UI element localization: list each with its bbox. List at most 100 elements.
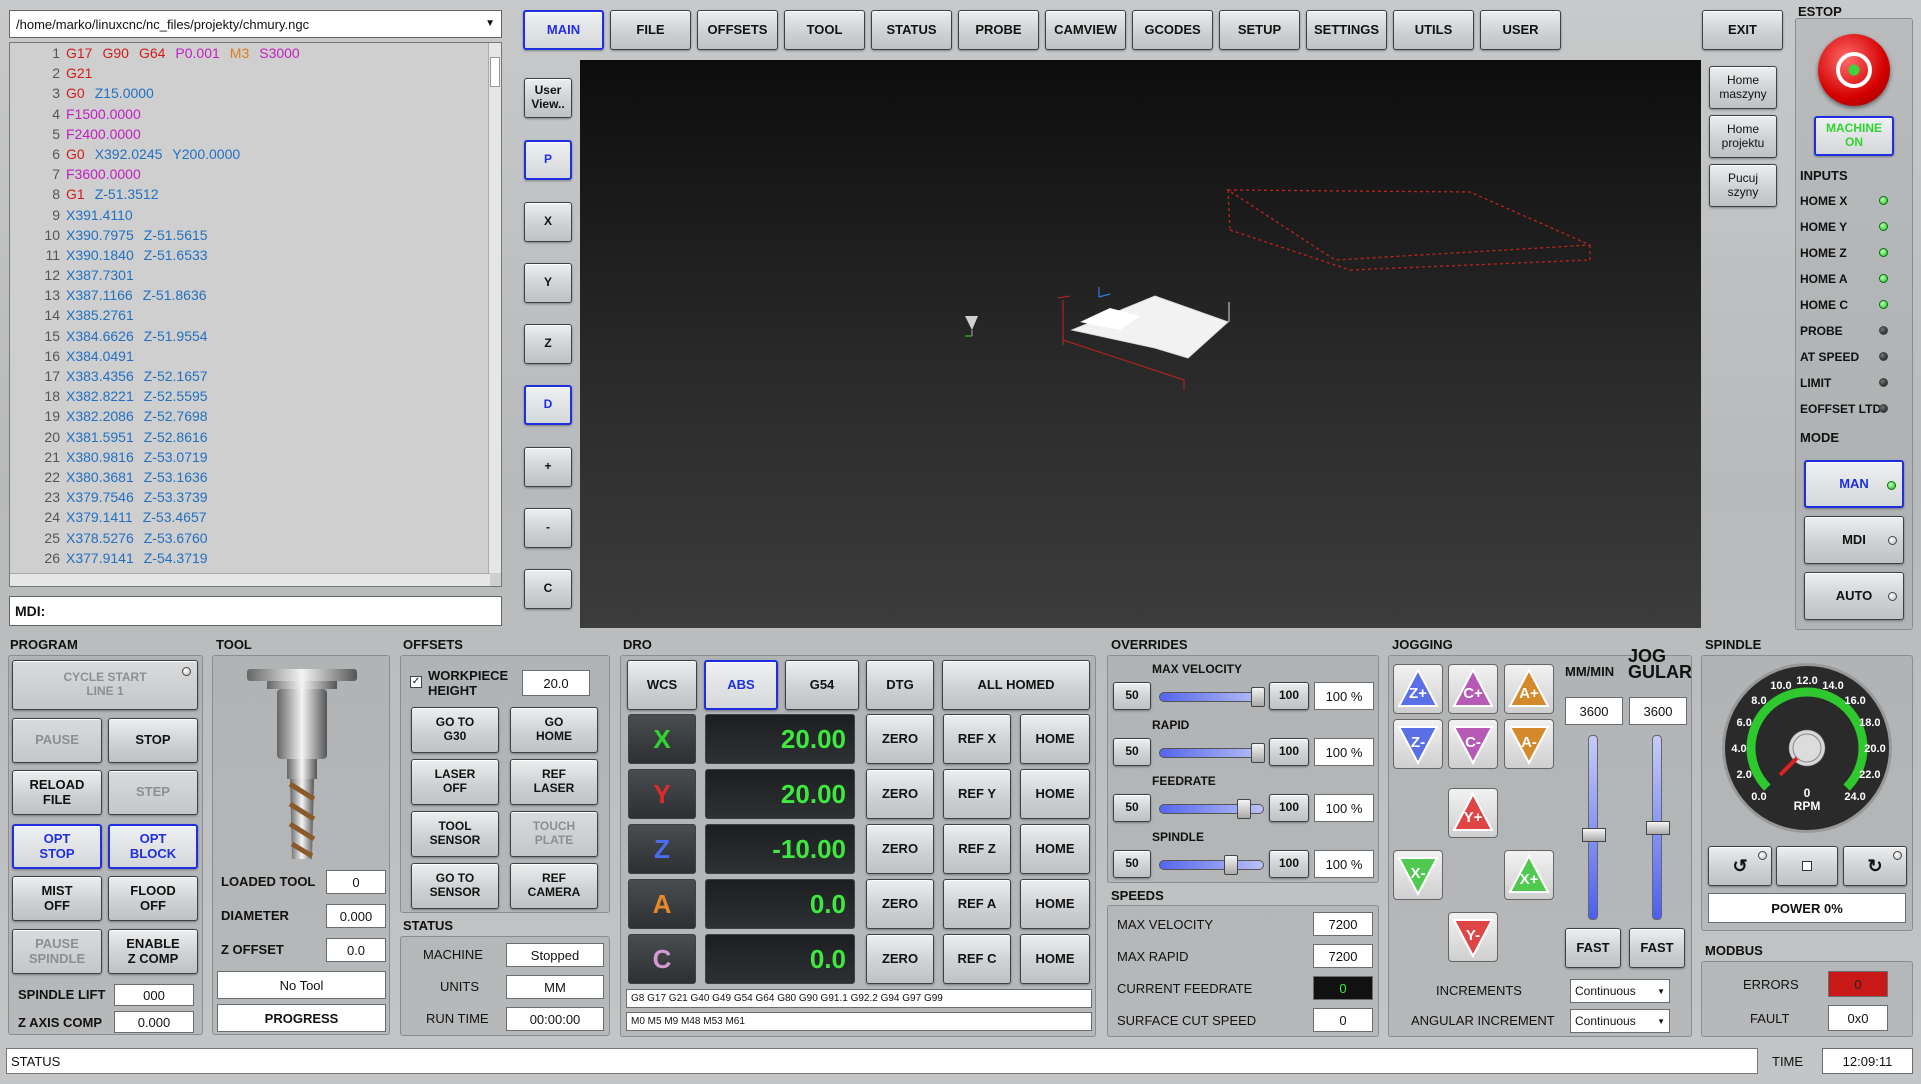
- override-min-button[interactable]: 50: [1113, 738, 1151, 766]
- fast-linear-button[interactable]: FAST: [1565, 928, 1621, 968]
- view-button-0[interactable]: User View..: [524, 78, 572, 118]
- gcode-line[interactable]: 23 X379.7546 Z-53.3739: [10, 487, 310, 507]
- gcode-line[interactable]: 4 F1500.0000: [10, 104, 310, 124]
- tab-camview[interactable]: CAMVIEW: [1045, 10, 1126, 50]
- gcode-line[interactable]: 18 X382.8221 Z-52.5595: [10, 386, 310, 406]
- tab-user[interactable]: USER: [1480, 10, 1561, 50]
- g54-button[interactable]: G54: [785, 660, 859, 710]
- offset-button-7[interactable]: REF CAMERA: [510, 863, 598, 909]
- view-button-4[interactable]: Z: [524, 324, 572, 364]
- gcode-line[interactable]: 16 X384.0491: [10, 346, 310, 366]
- spindle-stop-button[interactable]: [1776, 846, 1838, 886]
- workpiece-checkbox[interactable]: ✓: [410, 676, 422, 688]
- zero-a-button[interactable]: ZERO: [866, 879, 934, 929]
- zero-c-button[interactable]: ZERO: [866, 934, 934, 984]
- mist-off-button[interactable]: MIST OFF: [12, 876, 102, 921]
- gcode-line[interactable]: 21 X380.9816 Z-53.0719: [10, 447, 310, 467]
- editor-scrollbar-h[interactable]: [10, 573, 490, 586]
- override-max-button[interactable]: 100: [1269, 794, 1309, 822]
- zero-y-button[interactable]: ZERO: [866, 769, 934, 819]
- home-a-button[interactable]: HOME: [1020, 879, 1090, 929]
- view-button-2[interactable]: X: [524, 202, 572, 242]
- ref-c-button[interactable]: REF C: [943, 934, 1011, 984]
- enable-zcomp-button[interactable]: ENABLE Z COMP: [108, 929, 198, 974]
- override-max-button[interactable]: 100: [1269, 850, 1309, 878]
- jog-a-minusplus[interactable]: A+: [1504, 664, 1554, 714]
- override-max-button[interactable]: 100: [1269, 738, 1309, 766]
- override-slider[interactable]: [1159, 687, 1265, 707]
- spindle-lift-field[interactable]: 000: [114, 984, 194, 1006]
- jog-z-minus[interactable]: Z-: [1393, 719, 1443, 769]
- step-button[interactable]: STEP: [108, 770, 198, 815]
- spindle-ccw-button[interactable]: ↺: [1708, 846, 1772, 886]
- spindle-cw-button[interactable]: ↻: [1843, 846, 1907, 886]
- home-button-1[interactable]: Home projektu: [1709, 115, 1777, 158]
- editor-scrollbar-v[interactable]: [488, 43, 501, 573]
- gcode-line[interactable]: 24 X379.1411 Z-53.4657: [10, 507, 310, 527]
- fast-angular-button[interactable]: FAST: [1629, 928, 1685, 968]
- gcode-editor[interactable]: 1 G17 G90 G64 P0.001 M3 S3000 2 G21 3 G0 Z15.0000 4 F…: [9, 42, 502, 587]
- gcode-line[interactable]: 19 X382.2086 Z-52.7698: [10, 406, 310, 426]
- gcode-line[interactable]: 25 X378.5276 Z-53.6760: [10, 528, 310, 548]
- offset-button-4[interactable]: TOOL SENSOR: [411, 811, 499, 857]
- view-button-7[interactable]: -: [524, 508, 572, 548]
- jog-a-minus[interactable]: A-: [1504, 719, 1554, 769]
- view-button-1[interactable]: P: [524, 140, 572, 180]
- jog-z-minusplus[interactable]: Z+: [1393, 664, 1443, 714]
- jog-rate-angular[interactable]: 3600: [1629, 697, 1687, 725]
- tab-settings[interactable]: SETTINGS: [1306, 10, 1387, 50]
- zero-x-button[interactable]: ZERO: [866, 714, 934, 764]
- abs-button[interactable]: ABS: [704, 660, 778, 710]
- jog-y-minusplus[interactable]: Y+: [1448, 788, 1498, 838]
- mode-man-button[interactable]: MAN: [1804, 460, 1904, 508]
- slider-knob[interactable]: [1646, 821, 1670, 835]
- tab-file[interactable]: FILE: [610, 10, 691, 50]
- offset-button-6[interactable]: GO TO SENSOR: [411, 863, 499, 909]
- diameter-field[interactable]: 0.000: [326, 904, 386, 928]
- home-button-2[interactable]: Pucuj szyny: [1709, 164, 1777, 207]
- jog-c-minus[interactable]: C-: [1448, 719, 1498, 769]
- ref-x-button[interactable]: REF X: [943, 714, 1011, 764]
- jog-x-minusplus[interactable]: X+: [1504, 850, 1554, 900]
- slider-knob[interactable]: [1251, 743, 1265, 763]
- tab-main[interactable]: MAIN: [523, 10, 604, 50]
- gcode-line[interactable]: 1 G17 G90 G64 P0.001 M3 S3000: [10, 43, 310, 63]
- offset-button-2[interactable]: LASER OFF: [411, 759, 499, 805]
- cycle-start-button[interactable]: CYCLE START LINE 1: [12, 660, 198, 710]
- tab-utils[interactable]: UTILS: [1393, 10, 1474, 50]
- override-slider[interactable]: [1159, 743, 1265, 763]
- jog-linear-slider[interactable]: [1582, 735, 1606, 920]
- gcode-3d-viewport[interactable]: [580, 60, 1701, 628]
- jog-rate-linear[interactable]: 3600: [1565, 697, 1623, 725]
- gcode-line[interactable]: 6 G0 X392.0245 Y200.0000: [10, 144, 310, 164]
- tab-status[interactable]: STATUS: [871, 10, 952, 50]
- gcode-line[interactable]: 22 X380.3681 Z-53.1636: [10, 467, 310, 487]
- ref-z-button[interactable]: REF Z: [943, 824, 1011, 874]
- gcode-line[interactable]: 14 X385.2761: [10, 305, 310, 325]
- jog-c-minusplus[interactable]: C+: [1448, 664, 1498, 714]
- override-slider[interactable]: [1159, 799, 1264, 819]
- all-homed-button[interactable]: ALL HOMED: [942, 660, 1090, 710]
- view-button-5[interactable]: D: [524, 385, 572, 425]
- flood-off-button[interactable]: FLOOD OFF: [108, 876, 198, 921]
- gcode-line[interactable]: 2 G21: [10, 63, 310, 83]
- gcode-line[interactable]: 8 G1 Z-51.3512: [10, 184, 310, 204]
- dtg-button[interactable]: DTG: [866, 660, 934, 710]
- gcode-line[interactable]: 3 G0 Z15.0000: [10, 83, 310, 103]
- slider-knob[interactable]: [1582, 828, 1606, 842]
- mode-mdi-button[interactable]: MDI: [1804, 516, 1904, 564]
- jog-x-minus[interactable]: X-: [1393, 850, 1443, 900]
- gcode-line[interactable]: 5 F2400.0000: [10, 124, 310, 144]
- home-y-button[interactable]: HOME: [1020, 769, 1090, 819]
- mode-auto-button[interactable]: AUTO: [1804, 572, 1904, 620]
- machine-on-button[interactable]: MACHINE ON: [1814, 116, 1894, 156]
- scroll-thumb[interactable]: [490, 57, 500, 87]
- tab-gcodes[interactable]: GCODES: [1132, 10, 1213, 50]
- gcode-line[interactable]: 17 X383.4356 Z-52.1657: [10, 366, 310, 386]
- gcode-line[interactable]: 15 X384.6626 Z-51.9554: [10, 326, 310, 346]
- override-max-button[interactable]: 100: [1269, 682, 1309, 710]
- estop-button[interactable]: [1818, 34, 1890, 106]
- stop-button[interactable]: STOP: [108, 718, 198, 763]
- home-c-button[interactable]: HOME: [1020, 934, 1090, 984]
- opt-stop-button[interactable]: OPT STOP: [12, 824, 102, 869]
